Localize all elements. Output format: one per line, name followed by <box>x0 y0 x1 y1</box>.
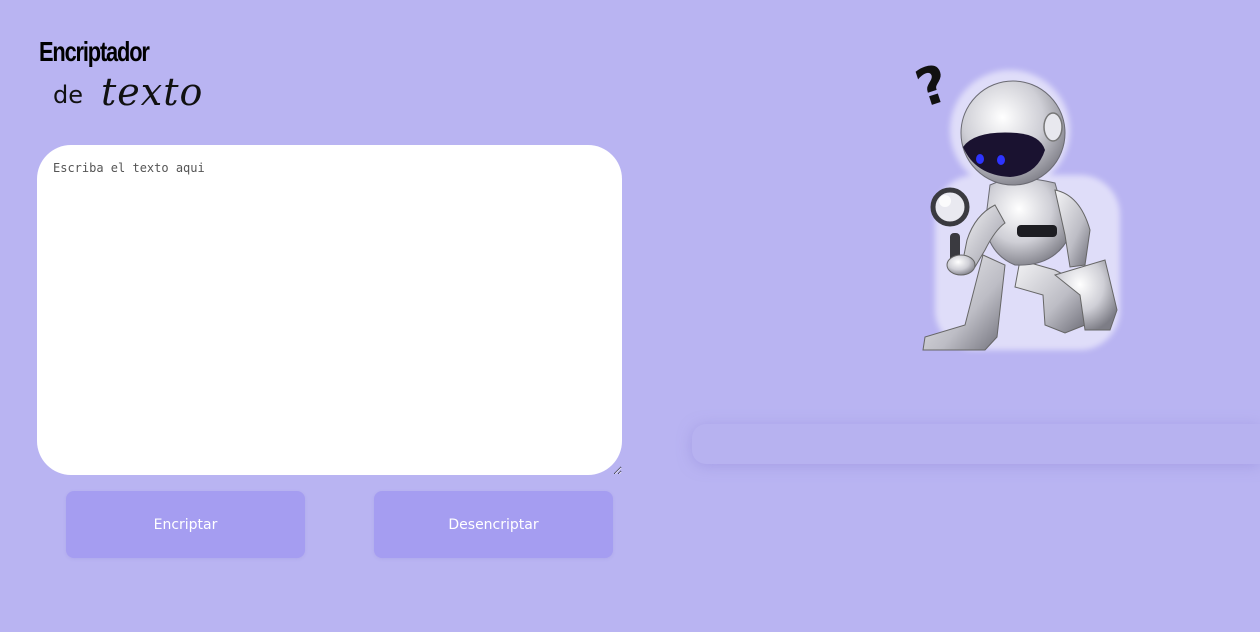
logo-title: Encriptador <box>39 36 150 67</box>
robot-with-magnifying-glass-icon: ? <box>909 55 1120 351</box>
decrypt-button[interactable]: Desencriptar <box>374 491 613 558</box>
app-logo: Encriptador de texto <box>39 34 209 114</box>
output-panel <box>692 424 1260 464</box>
logo-de: de <box>53 81 83 109</box>
text-input[interactable] <box>37 145 622 475</box>
svg-text:?: ? <box>909 55 956 120</box>
logo-texto: texto <box>101 70 204 114</box>
encrypt-button[interactable]: Encriptar <box>66 491 305 558</box>
